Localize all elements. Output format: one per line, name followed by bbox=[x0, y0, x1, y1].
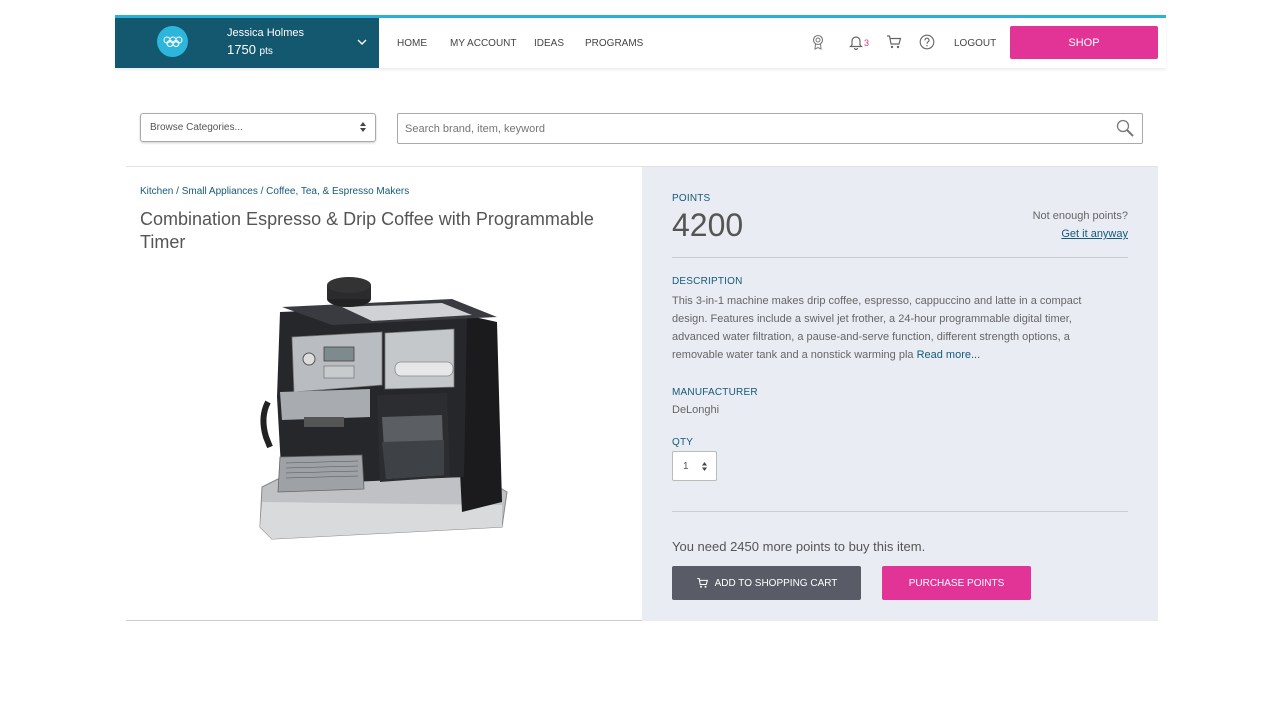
rings-icon bbox=[163, 36, 182, 47]
cart-icon bbox=[696, 577, 708, 588]
nav-ideas[interactable]: IDEAS bbox=[534, 38, 564, 49]
breadcrumb[interactable]: Kitchen / Small Appliances / Coffee, Tea… bbox=[140, 186, 409, 197]
description-label: DESCRIPTION bbox=[672, 276, 743, 287]
purchase-points-button[interactable]: PURCHASE POINTS bbox=[882, 566, 1031, 600]
chevron-down-icon[interactable] bbox=[355, 35, 369, 49]
avatar bbox=[157, 26, 188, 57]
points-value: 4200 bbox=[672, 207, 744, 243]
bell-icon[interactable] bbox=[848, 34, 864, 50]
logout-link[interactable]: LOGOUT bbox=[954, 38, 996, 49]
nav-home[interactable]: HOME bbox=[397, 38, 427, 49]
description-body: This 3-in-1 machine makes drip coffee, e… bbox=[672, 295, 1082, 361]
product-image bbox=[259, 277, 508, 540]
nav-programs[interactable]: PROGRAMS bbox=[585, 38, 643, 49]
add-to-cart-button[interactable]: ADD TO SHOPPING CART bbox=[672, 566, 861, 600]
read-more-link[interactable]: Read more... bbox=[917, 349, 981, 361]
select-arrows-icon bbox=[702, 462, 707, 471]
get-it-anyway-link[interactable]: Get it anyway bbox=[1061, 228, 1128, 240]
search-input[interactable] bbox=[397, 113, 1143, 144]
nav-my-account[interactable]: MY ACCOUNT bbox=[450, 38, 517, 49]
qty-label: QTY bbox=[672, 437, 694, 448]
description-text: This 3-in-1 machine makes drip coffee, e… bbox=[672, 292, 1102, 364]
manufacturer-label: MANUFACTURER bbox=[672, 387, 758, 398]
top-navigation-bar: Jessica Holmes 1750 pts HOME MY ACCOUNT … bbox=[115, 15, 1166, 68]
points-label: POINTS bbox=[672, 193, 711, 204]
cart-icon[interactable] bbox=[886, 34, 902, 50]
user-panel[interactable]: Jessica Holmes 1750 pts bbox=[115, 18, 379, 68]
shop-button[interactable]: SHOP bbox=[1010, 26, 1158, 59]
browse-categories-label: Browse Categories... bbox=[150, 122, 243, 133]
divider bbox=[672, 511, 1128, 512]
user-points: 1750 pts bbox=[227, 42, 273, 57]
quantity-select[interactable]: 1 bbox=[672, 451, 717, 481]
not-enough-text: Not enough points? bbox=[1032, 210, 1128, 222]
user-points-unit: pts bbox=[259, 46, 273, 57]
search-icon[interactable] bbox=[1115, 118, 1135, 138]
help-icon[interactable] bbox=[919, 34, 935, 50]
add-to-cart-label: ADD TO SHOPPING CART bbox=[714, 577, 838, 589]
points-needed-message: You need 2450 more points to buy this it… bbox=[672, 539, 926, 554]
divider bbox=[672, 257, 1128, 258]
user-points-value: 1750 bbox=[227, 42, 256, 57]
product-info-panel: POINTS 4200 Not enough points? Get it an… bbox=[642, 167, 1158, 621]
quantity-value: 1 bbox=[683, 461, 689, 472]
product-detail: Kitchen / Small Appliances / Coffee, Tea… bbox=[126, 166, 1158, 621]
browse-categories-select[interactable]: Browse Categories... bbox=[140, 113, 376, 142]
user-name: Jessica Holmes bbox=[227, 27, 305, 39]
notification-count: 3 bbox=[864, 38, 870, 48]
select-arrows-icon bbox=[360, 122, 366, 132]
product-title: Combination Espresso & Drip Coffee with … bbox=[140, 209, 594, 252]
manufacturer-value: DeLonghi bbox=[672, 404, 720, 416]
award-icon[interactable] bbox=[810, 34, 826, 50]
